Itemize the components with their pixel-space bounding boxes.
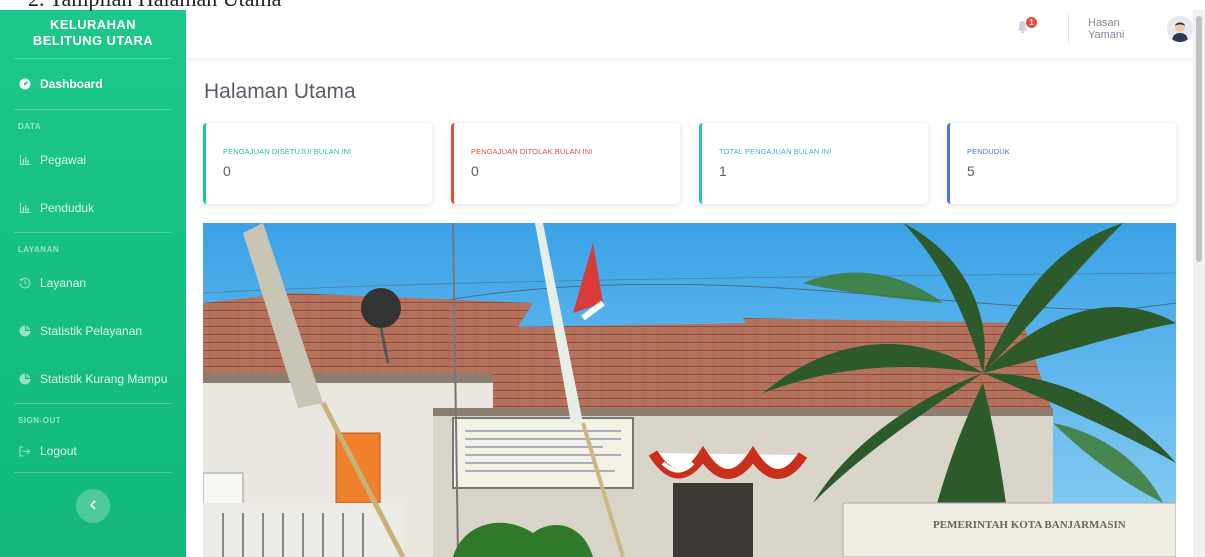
user-name: Hasan Yamani	[1088, 17, 1125, 41]
history-icon	[18, 276, 32, 290]
sidebar-item-pegawai[interactable]: Pegawai	[0, 136, 186, 184]
pie-chart-icon	[18, 324, 32, 338]
tachometer-icon	[18, 77, 32, 91]
bar-chart-icon	[18, 201, 32, 215]
pie-chart-icon	[18, 372, 32, 386]
card-pengajuan-disetujui: PENGAJUAN DISETUJUI BULAN INI 0	[203, 123, 432, 204]
card-label: TOTAL PENGAJUAN BULAN INI	[719, 147, 832, 156]
sidebar-item-penduduk[interactable]: Penduduk	[0, 184, 186, 232]
sidebar-heading-layanan: LAYANAN	[18, 245, 60, 254]
user-menu[interactable]: Hasan Yamani	[1088, 14, 1193, 44]
sidebar-item-statistik-kurang-mampu[interactable]: Statistik Kurang Mampu	[0, 355, 186, 403]
sidebar-item-layanan[interactable]: Layanan	[0, 259, 186, 307]
card-total-pengajuan: TOTAL PENGAJUAN BULAN INI 1	[699, 123, 928, 204]
card-penduduk: PENDUDUK 5	[947, 123, 1176, 204]
sidebar-item-label: Statistik Kurang Mampu	[40, 372, 168, 386]
building-sign-text: PEMERINTAH KOTA BANJARMASIN	[933, 519, 1126, 531]
topbar-divider	[1068, 14, 1069, 44]
sidebar-item-label: Layanan	[40, 276, 87, 290]
card-label: PENGAJUAN DISETUJUI BULAN INI	[223, 147, 352, 156]
card-label: PENGAJUAN DITOLAK BULAN INI	[471, 147, 593, 156]
sidebar-heading-signout: SIGN-OUT	[18, 416, 62, 425]
office-building-photo: PEMERINTAH KOTA BANJARMASIN	[203, 223, 1176, 557]
card-value: 0	[223, 163, 231, 179]
brand-text: KELURAHAN BELITUNG UTARA	[32, 17, 154, 48]
page-scrollbar[interactable]	[1193, 0, 1205, 557]
chevron-left-icon	[89, 499, 97, 513]
sidebar-divider	[14, 472, 172, 473]
sidebar-item-label: Pegawai	[40, 153, 87, 167]
sidebar-item-label: Penduduk	[40, 201, 95, 215]
figure-caption: 2. Tampilan Halaman Utama	[0, 0, 1205, 12]
sidebar-heading-data: DATA	[18, 122, 42, 131]
sidebar-item-statistik-pelayanan[interactable]: Statistik Pelayanan	[0, 307, 186, 355]
bar-chart-icon	[18, 153, 32, 167]
card-value: 1	[719, 163, 727, 179]
sidebar-item-label: Statistik Pelayanan	[40, 324, 143, 338]
notification-bell-button[interactable]: 1	[1016, 17, 1037, 40]
sidebar: KELURAHAN BELITUNG UTARA Dashboard DATA …	[0, 0, 186, 557]
sidebar-toggle-button[interactable]	[76, 489, 110, 523]
sidebar-item-label: Dashboard	[40, 77, 103, 91]
page-title: Halaman Utama	[204, 80, 356, 103]
scrollbar-thumb[interactable]	[1196, 16, 1202, 262]
caption-text: 2. Tampilan Halaman Utama	[28, 0, 281, 12]
avatar	[1167, 16, 1193, 42]
sidebar-item-label: Logout	[40, 444, 77, 458]
card-value: 5	[967, 163, 975, 179]
card-label: PENDUDUK	[967, 147, 1010, 156]
notification-count-badge: 1	[1026, 17, 1037, 28]
sidebar-item-dashboard[interactable]: Dashboard	[0, 59, 186, 109]
card-pengajuan-ditolak: PENGAJUAN DITOLAK BULAN INI 0	[451, 123, 680, 204]
card-value: 0	[471, 163, 479, 179]
sign-out-icon	[18, 444, 32, 458]
sidebar-item-logout[interactable]: Logout	[0, 430, 186, 472]
